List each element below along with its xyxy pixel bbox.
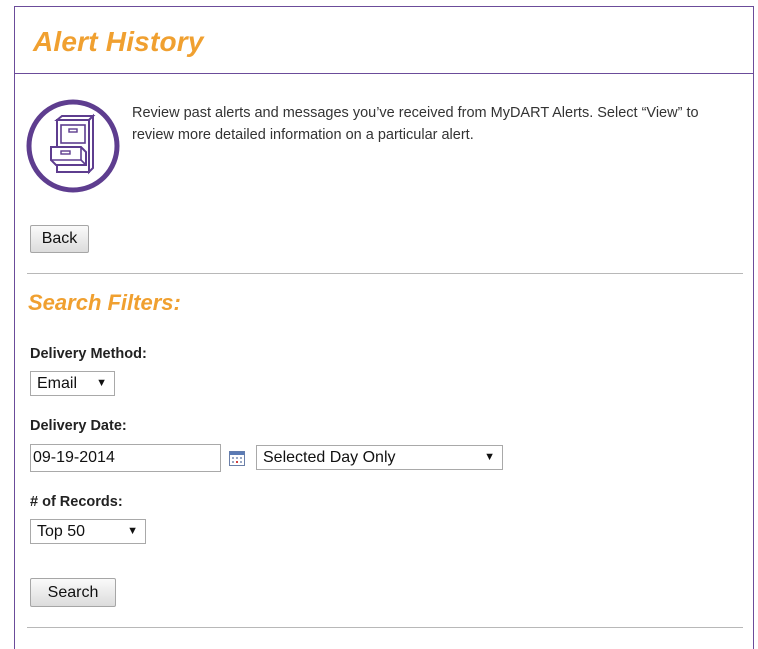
alert-history-panel: Alert History Review past alerts and mes… bbox=[14, 6, 754, 649]
divider bbox=[27, 273, 743, 274]
search-button[interactable]: Search bbox=[30, 578, 116, 607]
file-cabinet-icon bbox=[26, 99, 120, 193]
date-range-value: Selected Day Only bbox=[263, 448, 396, 466]
delivery-method-label: Delivery Method: bbox=[30, 346, 147, 362]
dropdown-arrow-icon: ▼ bbox=[127, 525, 138, 537]
records-value: Top 50 bbox=[37, 522, 86, 540]
calendar-icon[interactable] bbox=[228, 449, 246, 467]
delivery-date-input[interactable] bbox=[30, 444, 221, 472]
records-label: # of Records: bbox=[30, 494, 123, 510]
search-filters-title: Search Filters: bbox=[28, 290, 181, 315]
intro-text: Review past alerts and messages you’ve r… bbox=[132, 105, 699, 143]
delivery-method-value: Email bbox=[37, 374, 78, 392]
title-bar: Alert History bbox=[15, 7, 753, 74]
back-button[interactable]: Back bbox=[30, 225, 89, 253]
records-select[interactable]: Top 50 ▼ bbox=[30, 519, 146, 544]
delivery-method-select[interactable]: Email ▼ bbox=[30, 371, 115, 396]
page-title: Alert History bbox=[33, 26, 204, 57]
dropdown-arrow-icon: ▼ bbox=[484, 451, 495, 463]
delivery-date-label: Delivery Date: bbox=[30, 418, 127, 434]
date-range-select[interactable]: Selected Day Only ▼ bbox=[256, 445, 503, 470]
divider bbox=[27, 627, 743, 628]
dropdown-arrow-icon: ▼ bbox=[96, 377, 107, 389]
